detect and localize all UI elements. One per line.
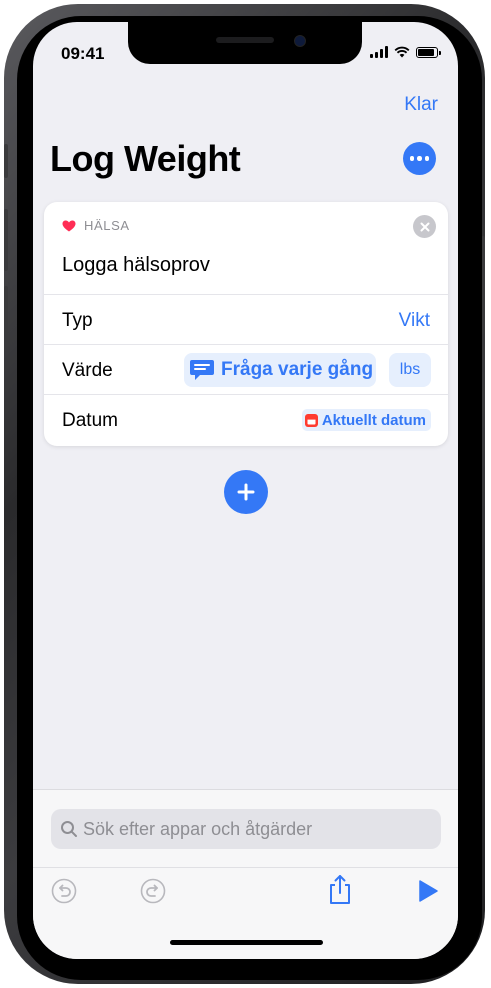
calendar-icon <box>304 413 318 427</box>
cellular-signal-icon <box>370 46 388 58</box>
volume-down-button <box>4 286 8 348</box>
current-date-label: Aktuellt datum <box>321 411 426 429</box>
play-icon <box>419 880 438 902</box>
wifi-icon <box>394 46 410 58</box>
toolbar-divider <box>33 867 458 868</box>
more-options-button[interactable] <box>403 142 436 175</box>
battery-icon <box>416 46 441 58</box>
type-value[interactable]: Vikt <box>399 310 430 332</box>
current-date-token[interactable]: Aktuellt datum <box>301 409 431 431</box>
run-shortcut-button[interactable] <box>416 878 440 904</box>
date-label: Datum <box>62 410 118 431</box>
heart-icon <box>62 220 76 231</box>
ask-each-time-token[interactable]: Fråga varje gång <box>184 353 376 387</box>
unit-token[interactable]: lbs <box>389 353 431 387</box>
share-icon <box>330 875 350 904</box>
front-camera <box>294 35 306 47</box>
ask-each-time-label: Fråga varje gång <box>221 359 374 380</box>
action-title: Logga hälsoprov <box>62 254 210 276</box>
speaker <box>216 37 274 43</box>
undo-icon <box>51 878 77 904</box>
page-title: Log Weight <box>50 138 241 179</box>
type-label: Typ <box>62 310 93 331</box>
more-icon-dot <box>409 156 415 161</box>
remove-action-button[interactable] <box>413 215 436 238</box>
silent-switch <box>4 144 8 178</box>
close-icon <box>420 222 429 231</box>
status-icons <box>370 46 441 58</box>
plus-icon <box>237 483 255 501</box>
notch <box>128 22 362 64</box>
parameter-row-value: Värde Fråga varje gång lbs <box>44 344 448 395</box>
more-icon-dot <box>417 156 422 161</box>
search-input[interactable] <box>83 818 423 840</box>
parameter-row-type: Typ Vikt <box>44 294 448 345</box>
add-action-button[interactable] <box>224 470 268 514</box>
home-indicator <box>170 940 323 945</box>
undo-button[interactable] <box>51 878 77 904</box>
screen: 09:41 Klar Log Weight HÄLSA Logga hälsop… <box>33 22 458 959</box>
search-bar[interactable] <box>51 809 441 849</box>
share-button[interactable] <box>327 874 353 906</box>
volume-up-button <box>4 209 8 271</box>
chat-bubble-icon <box>190 360 214 380</box>
action-card: HÄLSA Logga hälsoprov Typ Vikt Värde Frå… <box>44 202 448 446</box>
more-icon-dot <box>424 156 430 161</box>
done-button[interactable]: Klar <box>404 94 438 116</box>
action-app-header: HÄLSA <box>62 218 130 233</box>
action-search-panel <box>33 789 458 959</box>
parameter-row-date: Datum Aktuellt datum <box>44 394 448 445</box>
search-icon <box>61 821 77 837</box>
status-time: 09:41 <box>61 44 105 63</box>
redo-button[interactable] <box>140 878 166 904</box>
redo-icon <box>140 878 166 904</box>
value-label: Värde <box>62 360 113 381</box>
action-app-name: HÄLSA <box>84 218 130 233</box>
